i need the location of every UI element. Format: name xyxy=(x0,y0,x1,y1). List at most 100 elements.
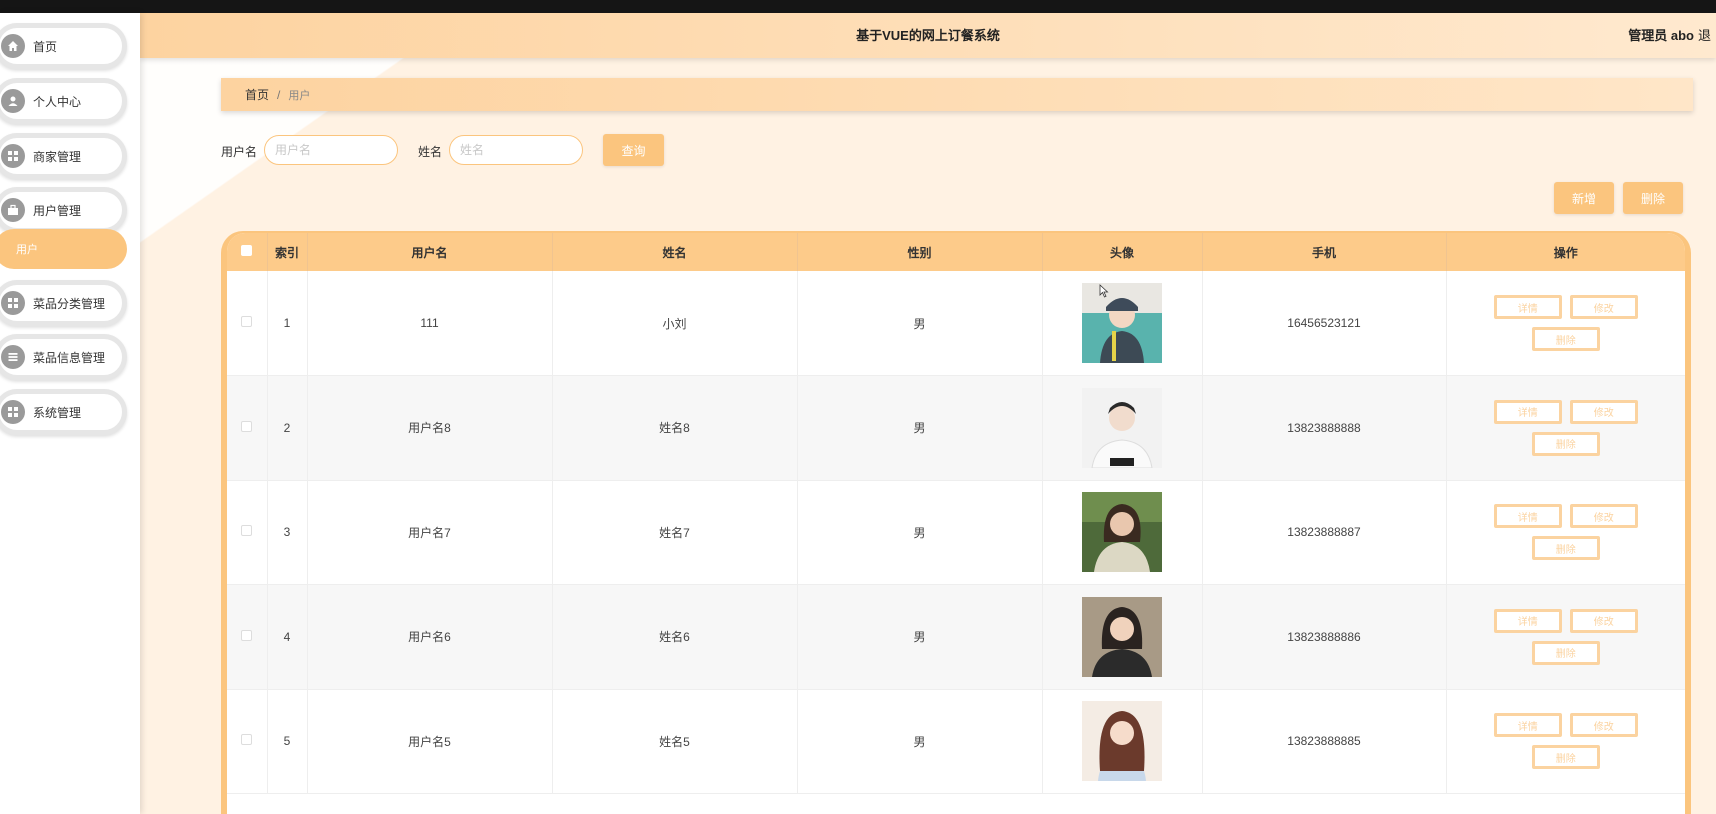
table-row: 5 用户名5 姓名5 男 13823888885 详情 修改 删除 xyxy=(227,689,1685,794)
detail-button[interactable]: 详情 xyxy=(1493,295,1562,319)
sidebar-item-label: 菜品信息管理 xyxy=(33,350,106,365)
sidebar-item-home[interactable]: 首页 xyxy=(0,23,127,69)
avatar-image xyxy=(1082,701,1162,782)
edit-button[interactable]: 修改 xyxy=(1569,399,1638,424)
name-search-input[interactable] xyxy=(449,135,583,165)
edit-button[interactable]: 修改 xyxy=(1569,504,1638,529)
row-phone: 13823888885 xyxy=(1202,689,1447,794)
avatar-image xyxy=(1082,492,1162,573)
row-name: 姓名8 xyxy=(552,375,798,481)
detail-button[interactable]: 详情 xyxy=(1493,608,1562,633)
sidebar-item-merchants[interactable]: 商家管理 xyxy=(0,133,127,179)
row-checkbox[interactable] xyxy=(241,629,253,641)
row-phone: 16456523121 xyxy=(1202,271,1447,376)
breadcrumb-current: 用户 xyxy=(288,89,311,102)
row-phone: 13823888888 xyxy=(1202,375,1447,481)
row-delete-button[interactable]: 删除 xyxy=(1531,536,1600,561)
sidebar-item-label: 系统管理 xyxy=(33,405,82,420)
row-delete-button[interactable]: 删除 xyxy=(1531,745,1600,770)
query-button[interactable]: 查询 xyxy=(603,134,664,166)
avatar-image xyxy=(1082,283,1162,363)
mouse-cursor-icon xyxy=(1099,284,1109,301)
avatar-cell xyxy=(1042,689,1203,794)
row-gender: 男 xyxy=(797,375,1043,481)
row-username: 用户名8 xyxy=(307,375,553,481)
sidebar-item-system[interactable]: 系统管理 xyxy=(0,389,127,435)
table-row: 1 111 小刘 男 16456523121 详情 修改 删除 xyxy=(227,271,1685,376)
sidebar-item-profile[interactable]: 个人中心 xyxy=(0,78,127,124)
row-name: 姓名7 xyxy=(552,480,798,585)
detail-button[interactable]: 详情 xyxy=(1493,399,1562,424)
sidebar-item-dish-category[interactable]: 菜品分类管理 xyxy=(0,280,127,326)
detail-button[interactable]: 详情 xyxy=(1493,504,1562,529)
column-header: 手机 xyxy=(1202,233,1447,271)
column-header: 索引 xyxy=(267,233,308,271)
row-index: 1 xyxy=(267,271,308,376)
select-all-checkbox[interactable] xyxy=(241,245,253,256)
username-search-input[interactable] xyxy=(264,135,398,165)
row-username: 用户名7 xyxy=(307,480,553,585)
grid-icon xyxy=(1,291,25,315)
row-name: 姓名5 xyxy=(552,689,798,794)
row-username: 111 xyxy=(307,271,553,376)
avatar-cell xyxy=(1042,375,1203,481)
row-gender: 男 xyxy=(797,480,1043,585)
username-label: 用户名 xyxy=(221,145,258,159)
row-username: 用户名6 xyxy=(307,584,553,690)
add-button[interactable]: 新增 xyxy=(1554,182,1614,214)
header: 基于VUE的网上订餐系统 管理员 abo 退出 xyxy=(140,13,1716,58)
user-table-frame: 索引 用户名 姓名 性别 头像 手机 操作 1 111 小刘 男 1645652… xyxy=(221,231,1691,814)
row-delete-button[interactable]: 删除 xyxy=(1531,431,1600,456)
column-header: 性别 xyxy=(797,233,1043,271)
column-header: 头像 xyxy=(1042,233,1203,271)
batch-delete-button[interactable]: 删除 xyxy=(1623,182,1683,214)
sidebar: 首页 个人中心 商家管理 用户管理 用户 菜品分类管理 菜品信息管理 系统管理 xyxy=(0,13,140,814)
avatar-cell xyxy=(1042,271,1203,376)
grid-icon xyxy=(1,400,25,424)
row-gender: 男 xyxy=(797,271,1043,376)
row-checkbox[interactable] xyxy=(241,316,253,327)
window-top-bar xyxy=(0,0,1716,13)
table-row: 2 用户名8 姓名8 男 13823888888 详情 修改 删除 xyxy=(227,375,1685,481)
row-checkbox[interactable] xyxy=(241,734,253,746)
avatar-image xyxy=(1082,596,1162,677)
sidebar-item-users[interactable]: 用户管理 xyxy=(0,187,127,233)
row-index: 4 xyxy=(267,584,308,690)
breadcrumb-separator: / xyxy=(277,87,281,102)
column-header: 姓名 xyxy=(552,233,798,271)
row-index: 5 xyxy=(267,689,308,794)
breadcrumb: 首页 / 用户 xyxy=(221,78,1693,111)
row-name: 小刘 xyxy=(552,271,798,376)
main-area: 基于VUE的网上订餐系统 管理员 abo 退出 首页 / 用户 用户名 姓名 查… xyxy=(140,13,1716,814)
table-header-row: 索引 用户名 姓名 性别 头像 手机 操作 xyxy=(227,233,1685,271)
row-checkbox[interactable] xyxy=(241,525,253,537)
table-row: 4 用户名6 姓名6 男 13823888886 详情 修改 删除 xyxy=(227,584,1685,690)
row-delete-button[interactable]: 删除 xyxy=(1531,640,1600,665)
row-actions: 详情 修改 删除 xyxy=(1446,480,1685,585)
logout-link[interactable]: 退出 xyxy=(1698,13,1716,58)
select-all-cell xyxy=(227,233,268,271)
list-icon xyxy=(1,345,25,369)
row-phone: 13823888886 xyxy=(1202,584,1447,690)
breadcrumb-home[interactable]: 首页 xyxy=(245,86,269,103)
table-row: 3 用户名7 姓名7 男 13823888887 详情 修改 删除 xyxy=(227,480,1685,585)
row-gender: 男 xyxy=(797,584,1043,690)
row-gender: 男 xyxy=(797,689,1043,794)
row-delete-button[interactable]: 删除 xyxy=(1531,327,1600,351)
row-actions: 详情 修改 删除 xyxy=(1446,375,1685,481)
sidebar-subitem-label: 用户 xyxy=(16,244,38,256)
briefcase-icon xyxy=(1,198,25,222)
edit-button[interactable]: 修改 xyxy=(1569,608,1638,633)
detail-button[interactable]: 详情 xyxy=(1493,713,1562,738)
sidebar-item-dish-info[interactable]: 菜品信息管理 xyxy=(0,334,127,380)
row-name: 姓名6 xyxy=(552,584,798,690)
edit-button[interactable]: 修改 xyxy=(1569,713,1638,738)
sidebar-subitem-user[interactable]: 用户 xyxy=(0,229,127,269)
row-phone: 13823888887 xyxy=(1202,480,1447,585)
row-actions: 详情 修改 删除 xyxy=(1446,584,1685,690)
row-username: 用户名5 xyxy=(307,689,553,794)
row-checkbox[interactable] xyxy=(241,420,253,432)
sidebar-item-label: 菜品分类管理 xyxy=(33,296,106,311)
sidebar-item-label: 商家管理 xyxy=(33,149,82,164)
edit-button[interactable]: 修改 xyxy=(1569,295,1638,319)
